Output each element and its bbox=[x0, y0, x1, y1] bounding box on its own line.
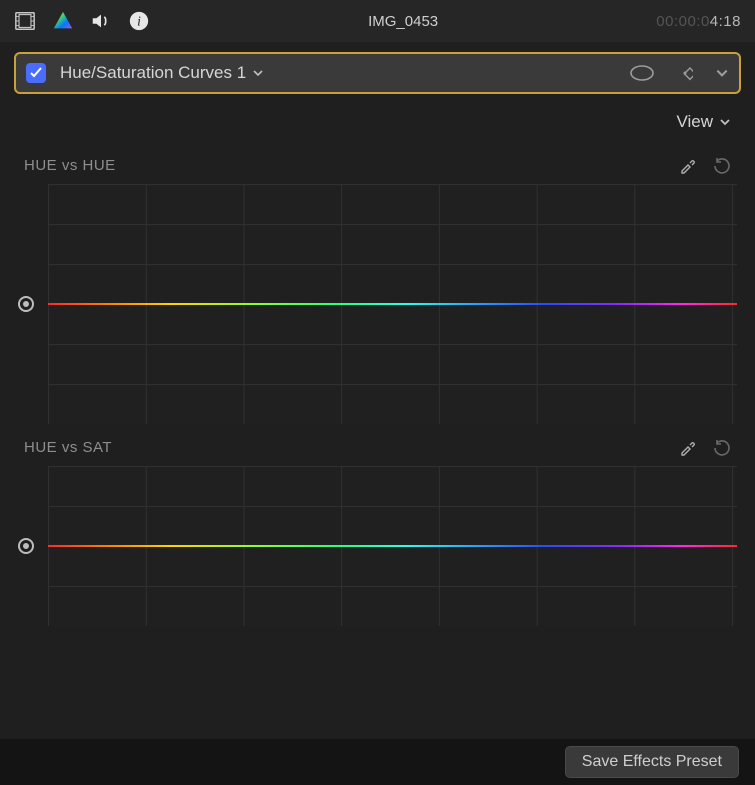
curve-drag-handle[interactable] bbox=[18, 296, 48, 312]
info-icon[interactable]: i bbox=[128, 10, 150, 32]
chevron-down-icon[interactable] bbox=[715, 66, 729, 80]
clip-title: IMG_0453 bbox=[150, 13, 656, 30]
handle-ring-icon bbox=[18, 538, 34, 554]
view-menu[interactable]: View bbox=[0, 94, 755, 142]
hue-vs-sat-panel: HUE vs SAT bbox=[18, 432, 737, 626]
handle-ring-icon bbox=[18, 296, 34, 312]
svg-text:i: i bbox=[137, 14, 141, 29]
hue-vs-hue-curve-grid[interactable] bbox=[48, 184, 737, 424]
eyedropper-icon[interactable] bbox=[679, 156, 697, 174]
timecode-dim: 00:00:0 bbox=[656, 13, 710, 30]
mask-icon[interactable] bbox=[629, 64, 655, 82]
spectrum-line bbox=[48, 303, 737, 305]
film-icon[interactable] bbox=[14, 10, 36, 32]
effect-title-bar: Hue/Saturation Curves 1 bbox=[14, 52, 741, 94]
view-menu-label: View bbox=[676, 112, 713, 132]
chevron-down-icon bbox=[252, 67, 264, 79]
save-effects-preset-button[interactable]: Save Effects Preset bbox=[565, 746, 739, 778]
effect-enable-checkbox[interactable] bbox=[26, 63, 46, 83]
chevron-down-icon bbox=[719, 116, 731, 128]
footer-bar: Save Effects Preset bbox=[0, 739, 755, 785]
effect-name-label: Hue/Saturation Curves 1 bbox=[60, 63, 246, 83]
hue-vs-sat-curve-grid[interactable] bbox=[48, 466, 737, 626]
reset-icon[interactable] bbox=[713, 156, 731, 174]
eyedropper-icon[interactable] bbox=[679, 438, 697, 456]
inspector-tabs-bar: i IMG_0453 00:00:04:18 bbox=[0, 0, 755, 42]
panel-label: HUE vs SAT bbox=[24, 439, 679, 456]
inspector-tab-icons: i bbox=[14, 10, 150, 32]
reset-icon[interactable] bbox=[713, 438, 731, 456]
keyframe-icon[interactable] bbox=[677, 65, 693, 81]
panel-label: HUE vs HUE bbox=[24, 157, 679, 174]
timecode-bright: 4:18 bbox=[710, 13, 741, 30]
effect-selector[interactable]: Hue/Saturation Curves 1 bbox=[60, 63, 629, 83]
color-icon[interactable] bbox=[52, 10, 74, 32]
volume-icon[interactable] bbox=[90, 10, 112, 32]
hue-vs-hue-panel: HUE vs HUE bbox=[18, 150, 737, 424]
curve-drag-handle[interactable] bbox=[18, 538, 48, 554]
timecode-display: 00:00:04:18 bbox=[656, 13, 741, 30]
spectrum-line bbox=[48, 545, 737, 547]
